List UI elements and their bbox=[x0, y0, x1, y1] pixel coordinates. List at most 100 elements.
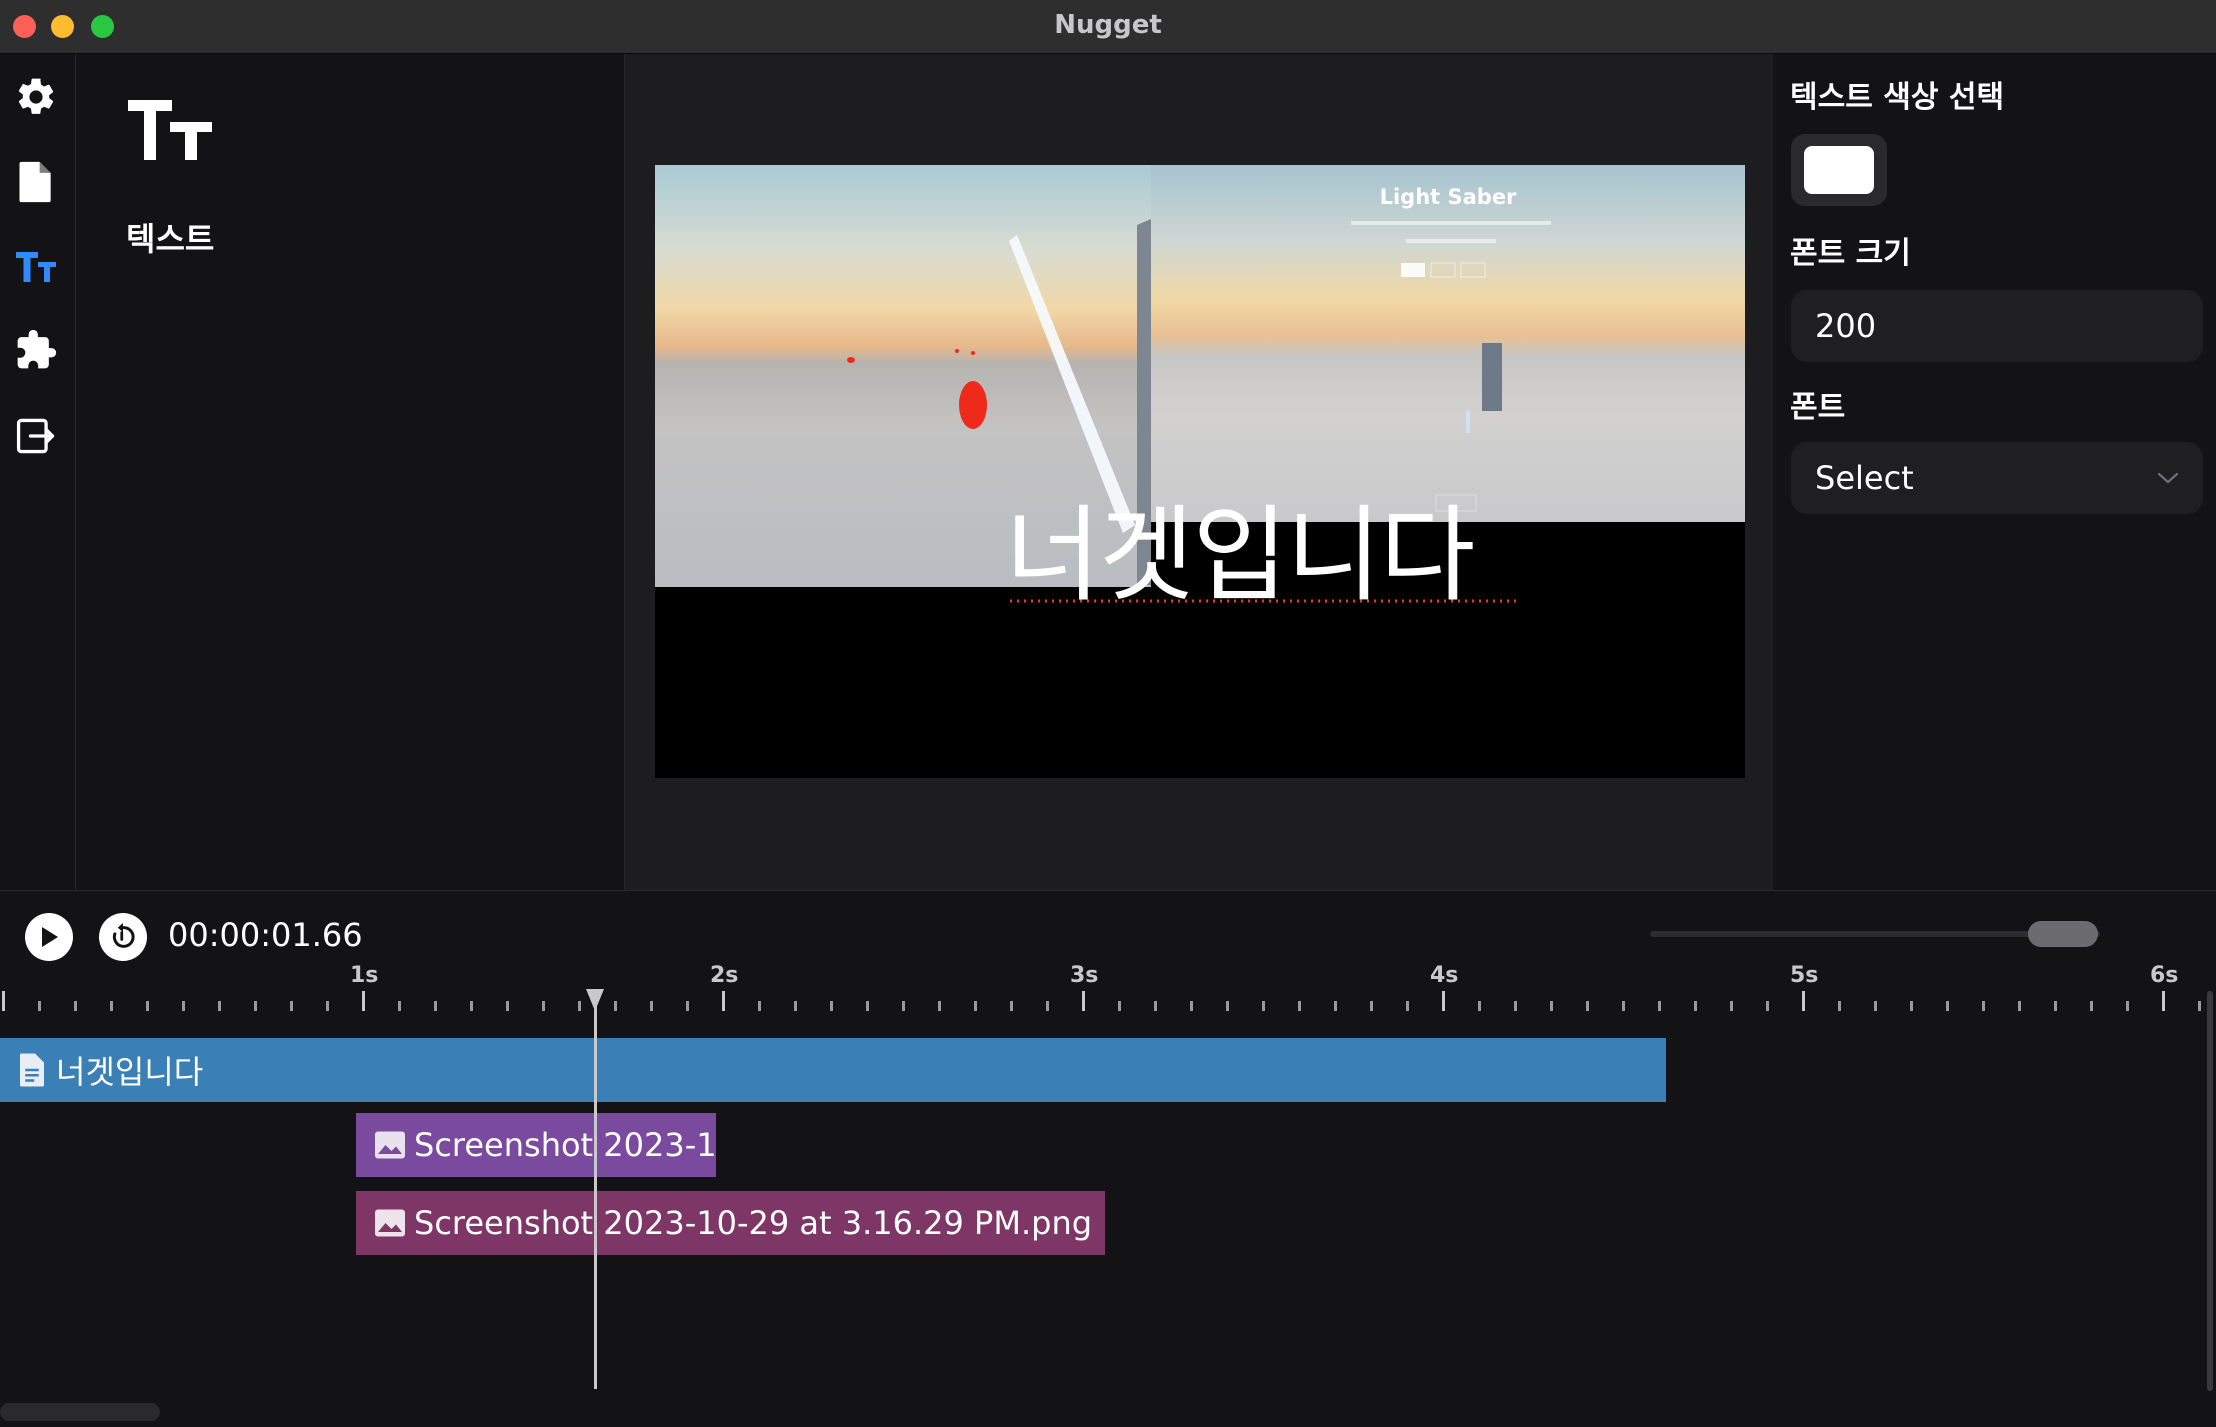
ruler-tick bbox=[650, 1001, 653, 1011]
ruler-tick bbox=[1766, 1001, 1769, 1011]
ruler-tick bbox=[1046, 1001, 1049, 1011]
ruler-tick bbox=[290, 1001, 293, 1011]
ruler-tick bbox=[1550, 1001, 1553, 1011]
playhead-line[interactable] bbox=[594, 991, 597, 1389]
ruler-tick bbox=[1478, 1001, 1481, 1011]
sidebar-item-settings[interactable] bbox=[10, 71, 62, 123]
ruler-tick bbox=[1874, 1001, 1877, 1011]
clip-label: Screenshot 2023-10-29 at 3.16.29 PM.png bbox=[414, 1204, 1093, 1242]
timeline: 00:00:01.66 1s 2s 3s 4s 5s 6s 너겟입니다 Screensho… bbox=[0, 890, 2216, 1427]
ruler-tick bbox=[1838, 1001, 1841, 1011]
ruler-tick bbox=[830, 1001, 833, 1011]
play-button[interactable] bbox=[25, 913, 73, 961]
timeline-clip-image[interactable]: Screenshot 2023-10-29 at 3.16.29 PM.png bbox=[356, 1191, 1105, 1255]
sidebar-item-file[interactable] bbox=[10, 156, 62, 208]
ruler-tick bbox=[1334, 1001, 1337, 1011]
ruler-tick bbox=[1586, 1001, 1589, 1011]
ruler-tick bbox=[1406, 1001, 1409, 1011]
ruler-tick bbox=[254, 1001, 257, 1011]
ruler-tick bbox=[38, 1001, 41, 1011]
sidebar-item-text[interactable] bbox=[10, 240, 62, 292]
ruler-tick bbox=[578, 1001, 581, 1011]
ruler-tick bbox=[1946, 1001, 1949, 1011]
ruler-tick bbox=[1730, 1001, 1733, 1011]
ruler-label: 3s bbox=[1070, 963, 1099, 988]
right-scene-image: Light Saber bbox=[1151, 165, 1745, 522]
ruler-major-tick bbox=[362, 991, 365, 1011]
file-icon bbox=[19, 161, 51, 203]
ruler-tick bbox=[866, 1001, 869, 1011]
ruler-tick bbox=[182, 1001, 185, 1011]
document-icon bbox=[20, 1053, 44, 1087]
ruler-tick bbox=[398, 1001, 401, 1011]
overlay-text[interactable]: 너겟입니다 bbox=[1005, 495, 1525, 615]
ruler-tick bbox=[2198, 1001, 2201, 1011]
ruler-tick bbox=[1298, 1001, 1301, 1011]
play-icon bbox=[42, 927, 58, 947]
ruler-label: 5s bbox=[1790, 963, 1819, 988]
zoom-slider-handle[interactable] bbox=[2028, 921, 2098, 947]
ruler-tick bbox=[434, 1001, 437, 1011]
ruler-tick bbox=[542, 1001, 545, 1011]
ruler-tick bbox=[1658, 1001, 1661, 1011]
video-preview[interactable]: Light Saber 너겟입니다 bbox=[655, 165, 1745, 778]
ruler-tick bbox=[1154, 1001, 1157, 1011]
ruler-major-tick bbox=[2162, 991, 2165, 1011]
text-color-picker[interactable] bbox=[1791, 134, 1887, 206]
font-size-input[interactable] bbox=[1791, 290, 2203, 362]
image-icon bbox=[375, 1131, 405, 1159]
ruler-tick bbox=[1190, 1001, 1193, 1011]
horizontal-scrollbar[interactable] bbox=[0, 1403, 160, 1421]
playhead-handle[interactable] bbox=[586, 989, 604, 1011]
ruler-label: 6s bbox=[2150, 963, 2179, 988]
sidebar-item-export[interactable] bbox=[10, 410, 62, 462]
font-size-label: 폰트 크기 bbox=[1790, 236, 1911, 271]
ruler-tick bbox=[2126, 1001, 2129, 1011]
ruler-tick bbox=[1514, 1001, 1517, 1011]
sidebar-item-extensions[interactable] bbox=[10, 324, 62, 376]
sidebar-rail bbox=[0, 54, 76, 890]
font-select[interactable]: Select bbox=[1791, 442, 2203, 514]
ruler-tick bbox=[974, 1001, 977, 1011]
font-select-value: Select bbox=[1815, 459, 1914, 497]
text-tool-icon[interactable] bbox=[128, 94, 212, 170]
clip-label: Screenshot 2023-11- bbox=[414, 1126, 716, 1164]
color-swatch bbox=[1804, 146, 1874, 194]
ruler-tick bbox=[686, 1001, 689, 1011]
ruler-tick bbox=[1226, 1001, 1229, 1011]
ruler-tick bbox=[218, 1001, 221, 1011]
restart-icon bbox=[112, 923, 135, 948]
ruler-major-tick bbox=[1442, 991, 1445, 1011]
ruler-tick bbox=[614, 1001, 617, 1011]
ruler-tick bbox=[1370, 1001, 1373, 1011]
ruler-tick bbox=[1118, 1001, 1121, 1011]
puzzle-icon bbox=[17, 329, 57, 369]
clip-label: 너겟입니다 bbox=[56, 1053, 204, 1091]
ruler-major-tick bbox=[1082, 991, 1085, 1011]
ruler-tick bbox=[938, 1001, 941, 1011]
font-label: 폰트 bbox=[1790, 390, 1846, 425]
time-ruler[interactable]: 1s 2s 3s 4s 5s 6s bbox=[0, 963, 2216, 1019]
ruler-tick bbox=[1694, 1001, 1697, 1011]
tool-panel: 텍스트 bbox=[76, 54, 625, 890]
vertical-scrollbar[interactable] bbox=[2207, 991, 2213, 1391]
ruler-major-tick bbox=[722, 991, 725, 1011]
text-color-label: 텍스트 색상 선택 bbox=[1790, 80, 2005, 115]
ruler-major-tick bbox=[2, 991, 5, 1011]
ruler-tick bbox=[1010, 1001, 1013, 1011]
ruler-label: 4s bbox=[1430, 963, 1459, 988]
window-title: Nugget bbox=[1054, 10, 1162, 40]
ruler-tick bbox=[326, 1001, 329, 1011]
ruler-tick bbox=[1262, 1001, 1265, 1011]
timeline-clip-text[interactable]: 너겟입니다 bbox=[0, 1038, 1666, 1102]
ruler-label: 1s bbox=[350, 963, 379, 988]
restart-button[interactable] bbox=[99, 913, 147, 961]
timeline-clip-image[interactable]: Screenshot 2023-11- bbox=[356, 1113, 716, 1177]
ruler-major-tick bbox=[1802, 991, 1805, 1011]
ruler-tick bbox=[794, 1001, 797, 1011]
ruler-tick bbox=[506, 1001, 509, 1011]
ruler-tick bbox=[1982, 1001, 1985, 1011]
ruler-tick bbox=[470, 1001, 473, 1011]
spellcheck-underline bbox=[1010, 599, 1520, 603]
image-icon bbox=[375, 1209, 405, 1237]
